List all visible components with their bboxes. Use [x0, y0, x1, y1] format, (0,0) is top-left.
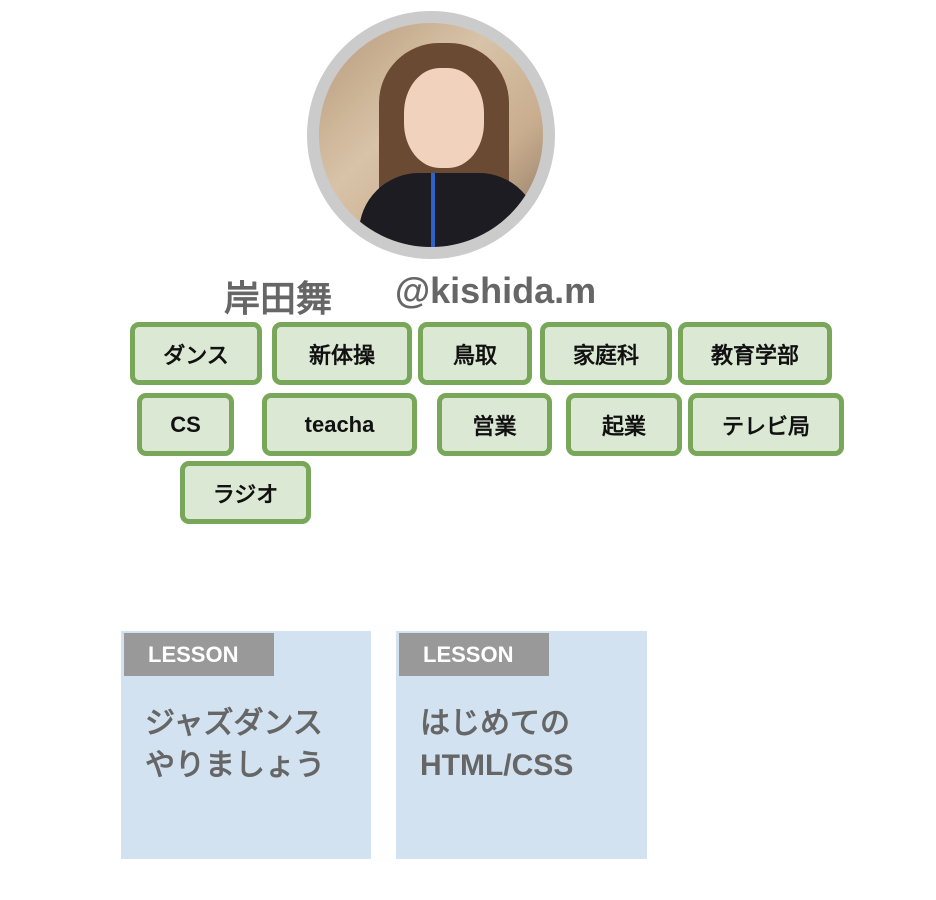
- profile-name: 岸田舞: [224, 278, 333, 319]
- tag[interactable]: 教育学部: [678, 322, 832, 385]
- tag[interactable]: teacha: [262, 393, 417, 456]
- lesson-card[interactable]: LESSON ジャズダンス やりましょう: [121, 631, 371, 859]
- tag[interactable]: 鳥取: [418, 322, 532, 385]
- avatar-photo-lanyard: [431, 173, 435, 247]
- lesson-title: ジャズダンス やりましょう: [145, 707, 325, 782]
- lesson-card[interactable]: LESSON はじめての HTML/CSS: [396, 631, 647, 859]
- tag[interactable]: ラジオ: [180, 461, 311, 524]
- tag[interactable]: 新体操: [272, 322, 412, 385]
- tag[interactable]: 起業: [566, 393, 682, 456]
- tag[interactable]: 営業: [437, 393, 552, 456]
- profile-handle: @kishida.m: [395, 270, 597, 311]
- avatar: [307, 11, 555, 259]
- tag[interactable]: テレビ局: [688, 393, 844, 456]
- avatar-photo-body: [359, 173, 539, 247]
- tag[interactable]: CS: [137, 393, 234, 456]
- avatar-photo-face: [404, 68, 484, 168]
- tag[interactable]: ダンス: [130, 322, 262, 385]
- lesson-label: LESSON: [399, 633, 549, 676]
- lesson-title: はじめての HTML/CSS: [420, 707, 574, 782]
- lesson-label: LESSON: [124, 633, 274, 676]
- tag[interactable]: 家庭科: [540, 322, 672, 385]
